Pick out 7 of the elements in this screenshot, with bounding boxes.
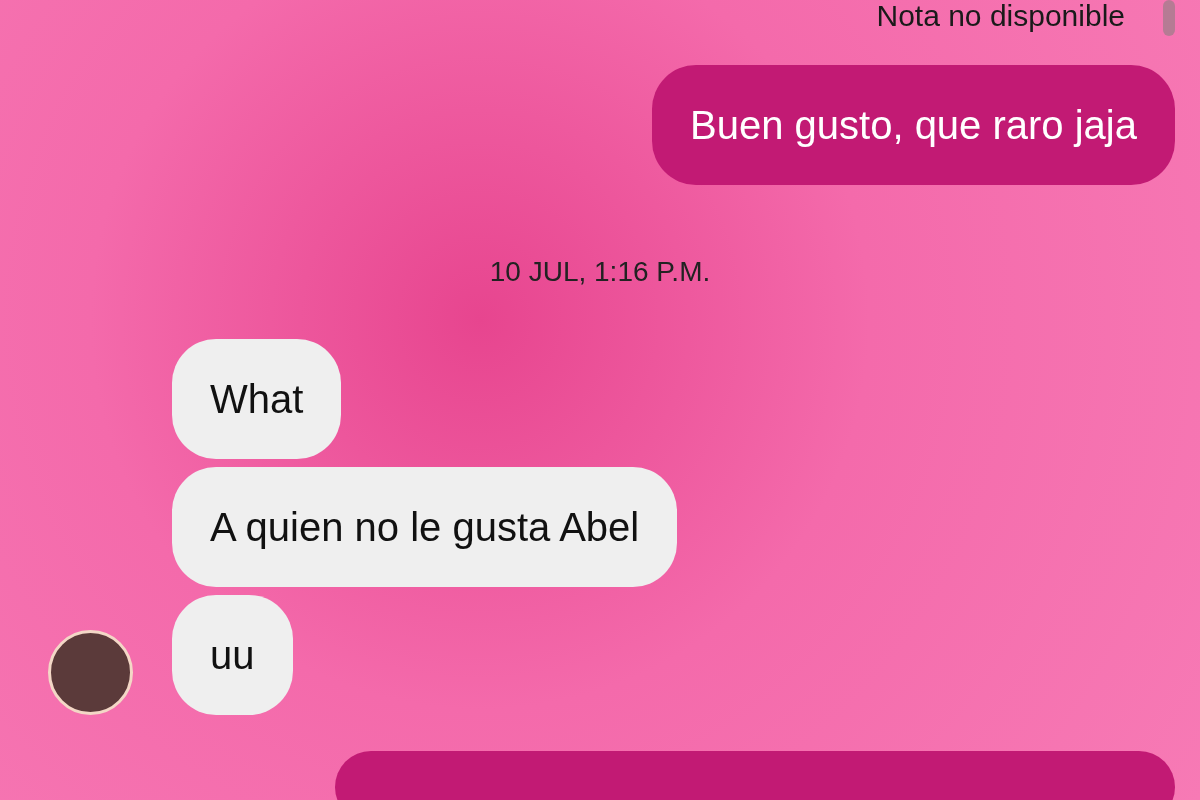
received-message: A quien no le gusta Abel [172, 467, 678, 587]
received-message: uu [172, 595, 293, 715]
note-status: Nota no disponible [876, 0, 1125, 32]
received-message: What [172, 339, 342, 459]
timestamp: 10 JUL, 1:16 P.M. [489, 255, 711, 289]
scroll-bar [1163, 0, 1175, 36]
sent-message: Buen gusto, que raro jaja [652, 65, 1175, 185]
